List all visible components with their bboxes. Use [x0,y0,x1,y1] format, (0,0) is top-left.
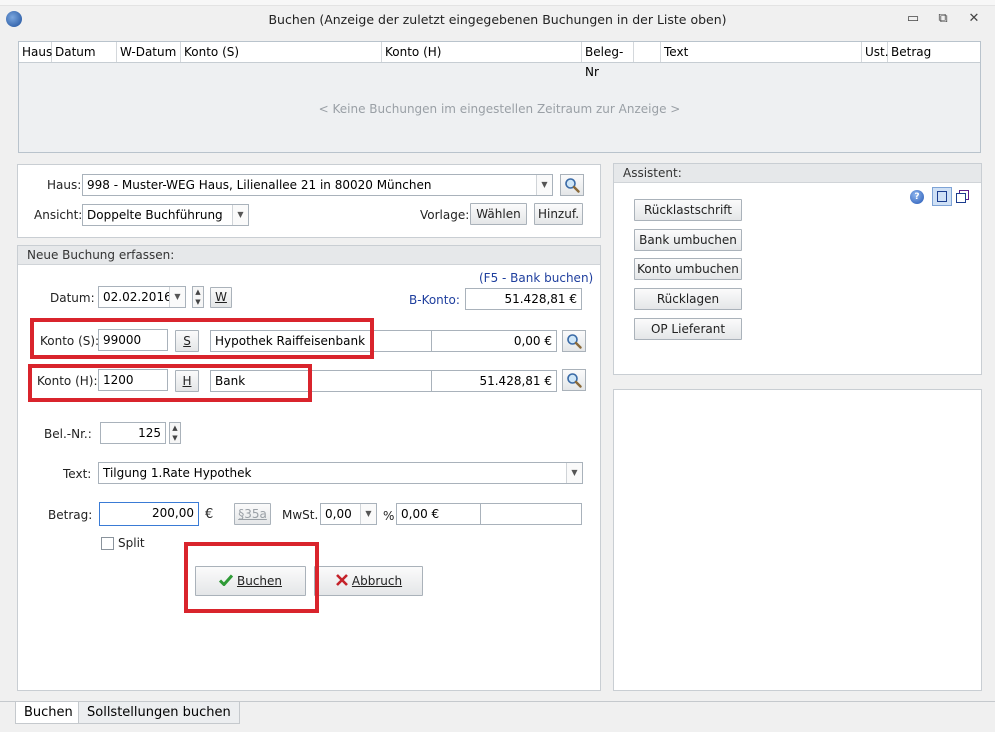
highlight-buchen [184,542,319,613]
col-beleg-nr[interactable]: Beleg-Nr [582,42,634,79]
split-label: Split [118,536,145,550]
w-datum-button[interactable]: W [210,287,232,308]
text-select[interactable]: Tilgung 1.Rate Hypothek ▼ [98,462,583,484]
tab-sollstellungen-buchen[interactable]: Sollstellungen buchen [78,702,240,724]
mwst-value: 0,00 [325,507,352,521]
chevron-down-icon: ▼ [232,205,248,225]
restore-icon[interactable]: ⧉ [933,10,953,28]
assistant-title: Assistent: [614,164,981,183]
window-title: Buchen (Anzeige der zuletzt eingegebenen… [268,12,727,27]
betrag-label: Betrag: [48,508,93,522]
col-w-datum[interactable]: W-Datum [117,42,181,62]
currency-symbol: € [205,507,214,522]
konto-s-search-button[interactable] [562,330,586,352]
col-konto-h[interactable]: Konto (H) [382,42,582,62]
multi-view-toggle[interactable] [956,189,972,205]
tab-buchen[interactable]: Buchen [15,702,82,724]
bookings-list[interactable]: Haus Datum W-Datum Konto (S) Konto (H) B… [18,41,981,153]
new-booking-title: Neue Buchung erfassen: [18,246,600,265]
col-text[interactable]: Text [661,42,862,62]
col-datum[interactable]: Datum [52,42,117,62]
haus-value: 998 - Muster-WEG Haus, Lilienallee 21 in… [87,178,432,192]
datum-spinner[interactable]: ▲ ▼ [192,286,204,308]
belnr-label: Bel.-Nr.: [44,427,92,441]
empty-list-message: < Keine Buchungen im eingestellen Zeitra… [318,102,681,116]
bank-umbuchen-button[interactable]: Bank umbuchen [634,229,742,251]
konto-h-amount: 51.428,81 € [431,370,557,392]
split-checkbox[interactable] [101,537,114,550]
percent-label: % [383,509,395,523]
ansicht-label: Ansicht: [34,208,83,222]
abbruch-label: Abbruch [351,574,403,588]
col-konto-s[interactable]: Konto (S) [181,42,382,62]
bkonto-label: B-Konto: [409,293,460,307]
datum-label: Datum: [50,291,95,305]
window-icon [937,191,947,202]
magnifier-icon [565,178,580,193]
waehlen-button[interactable]: Wählen [470,203,527,225]
ansicht-value: Doppelte Buchführung [87,208,223,222]
vorlage-label: Vorlage: [420,208,470,222]
mwst-select[interactable]: 0,00 ▼ [320,503,377,525]
bkonto-balance: 51.428,81 € [465,288,582,310]
text-value: Tilgung 1.Rate Hypothek [103,466,252,480]
single-view-toggle[interactable] [932,187,952,206]
belnr-input[interactable]: 125 [100,422,166,444]
highlight-konto-h [28,364,312,402]
ruecklastschrift-button[interactable]: Rücklastschrift [634,199,742,221]
paragraph-35a-button[interactable]: §35a [234,503,271,525]
chevron-down-icon: ▼ [360,504,376,524]
datum-input[interactable]: 02.02.2016 ▼ [98,286,186,308]
stacked-windows-front [956,193,966,203]
top-strip [0,0,995,6]
konto-umbuchen-button[interactable]: Konto umbuchen [634,258,742,280]
hinzufuegen-button[interactable]: Hinzuf. [534,203,583,225]
ansicht-select[interactable]: Doppelte Buchführung ▼ [82,204,249,226]
calendar-dropdown-icon: ▼ [169,287,185,307]
belnr-spinner[interactable]: ▲ ▼ [169,422,181,444]
abbruch-button[interactable]: Abbruch [314,566,423,596]
mwst-amount-divider [480,504,481,524]
col-haus[interactable]: Haus [19,42,52,62]
help-icon[interactable]: ? [910,190,924,204]
text-label: Text: [63,467,92,481]
mwst-label: MwSt. [282,508,319,522]
col-ust[interactable]: Ust. [862,42,889,62]
magnifier-icon [567,334,582,349]
magnifier-icon [567,373,582,388]
konto-s-amount: 0,00 € [431,330,557,352]
betrag-input[interactable]: 200,00 [99,502,199,526]
col-betrag[interactable]: Betrag [888,42,980,62]
minimize-icon[interactable]: ▭ [903,10,923,28]
haus-search-button[interactable] [560,174,584,196]
chevron-down-icon: ▼ [566,463,582,483]
haus-select[interactable]: 998 - Muster-WEG Haus, Lilienallee 21 in… [82,174,553,196]
close-icon[interactable]: ✕ [964,10,984,28]
haus-label: Haus: [47,178,82,192]
konto-h-search-button[interactable] [562,369,586,391]
mwst-amount-field: 0,00 € [396,503,582,525]
mwst-amount: 0,00 € [401,507,440,521]
info-panel [613,389,982,691]
col-blank[interactable] [634,42,661,62]
datum-value: 02.02.2016 [103,290,172,304]
op-lieferant-button[interactable]: OP Lieferant [634,318,742,340]
list-header: Haus Datum W-Datum Konto (S) Konto (H) B… [19,42,980,79]
hotkey-hint: (F5 - Bank buchen) [479,271,594,285]
ruecklagen-button[interactable]: Rücklagen [634,288,742,310]
cancel-x-icon [335,574,348,586]
chevron-down-icon: ▼ [536,175,552,195]
highlight-konto-s [30,318,374,359]
